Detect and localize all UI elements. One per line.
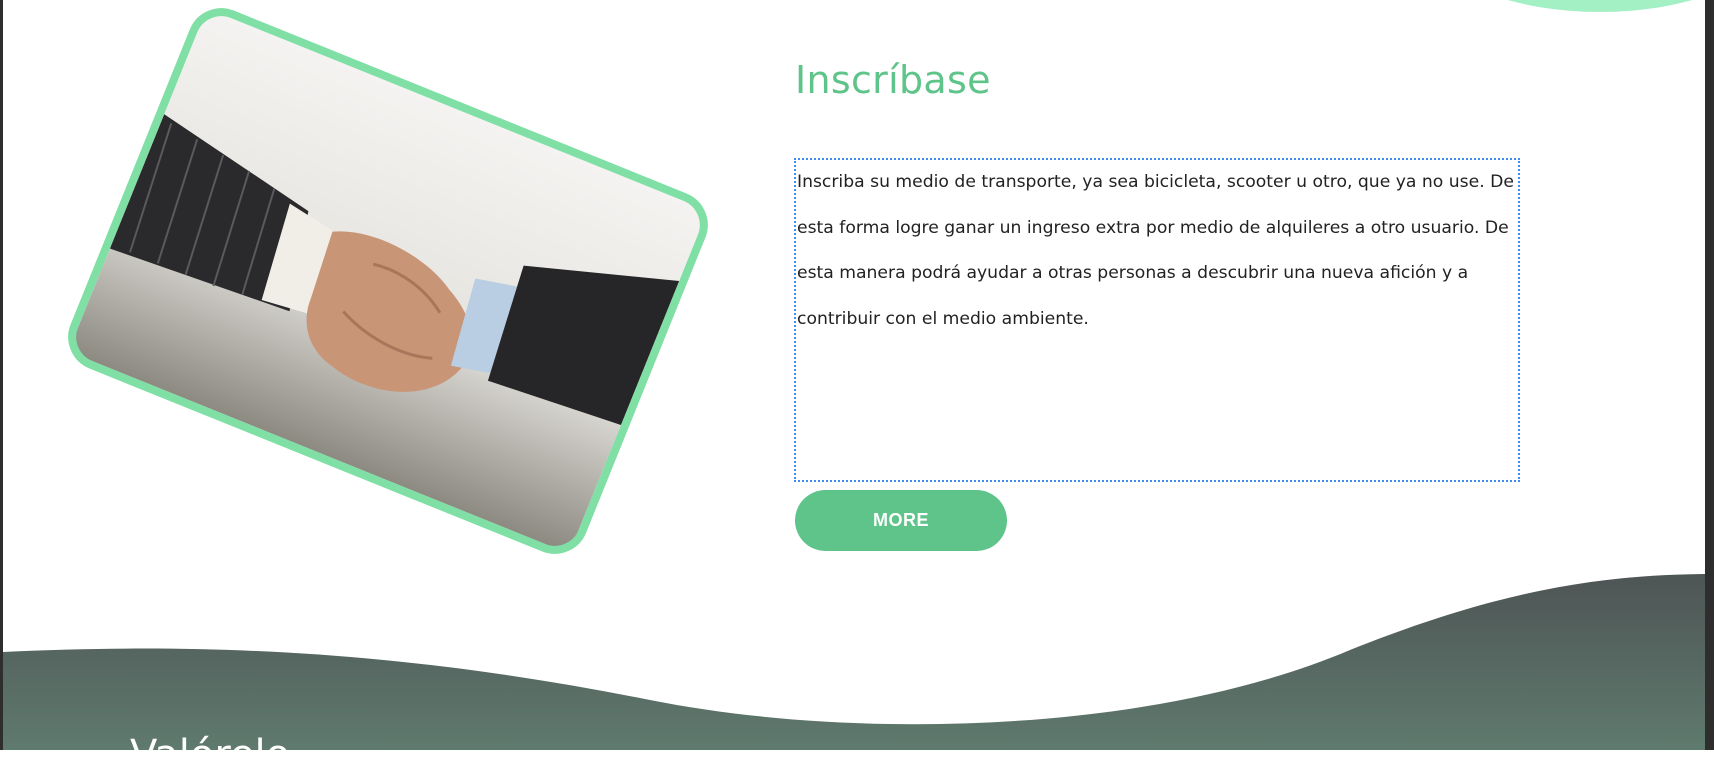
handshake-illustration [91, 102, 700, 432]
handshake-image [57, 0, 719, 565]
section-heading: Inscríbase [795, 58, 991, 102]
wave-divider [3, 574, 1705, 750]
text-block-selected[interactable]: Inscriba su medio de transporte, ya sea … [794, 158, 1520, 482]
decorative-blob [1440, 0, 1714, 12]
section-paragraph: Inscriba su medio de transporte, ya sea … [797, 172, 1514, 329]
next-section-title: Valórelo [130, 732, 291, 778]
